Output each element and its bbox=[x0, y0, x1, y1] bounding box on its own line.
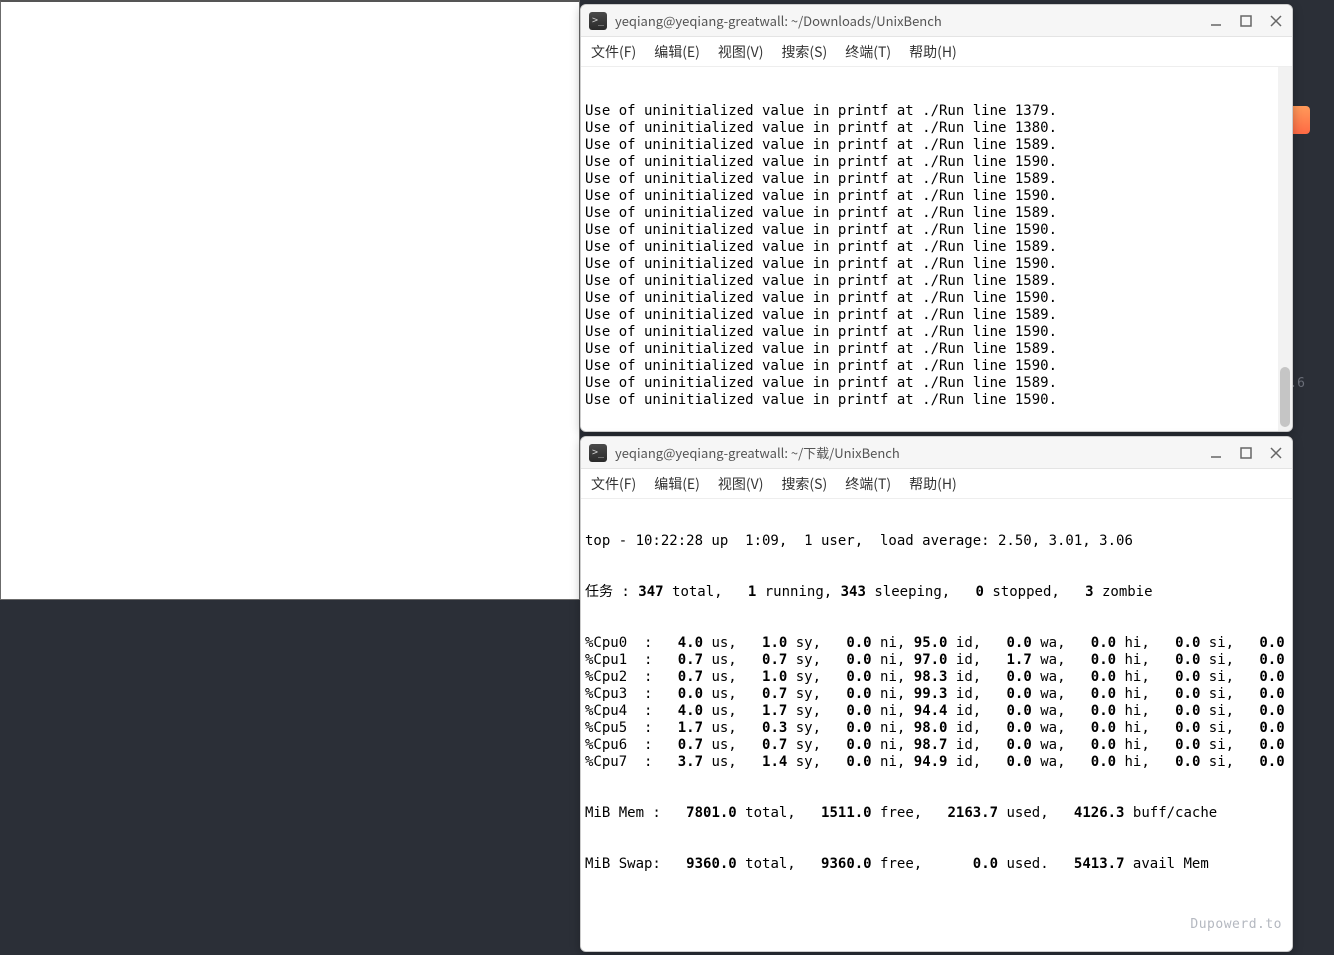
menu-item[interactable]: 视图(V) bbox=[718, 474, 764, 494]
close-button[interactable] bbox=[1268, 445, 1284, 461]
scrollbar[interactable] bbox=[1278, 67, 1292, 431]
output-line: Use of uninitialized value in printf at … bbox=[585, 154, 1288, 171]
cpu-line: %Cpu4 : 4.0 us, 1.7 sy, 0.0 ni, 94.4 id,… bbox=[581, 703, 1292, 720]
top-uptime-line: top - 10:22:28 up 1:09, 1 user, load ave… bbox=[581, 533, 1292, 550]
minimize-button[interactable] bbox=[1208, 13, 1224, 29]
maximize-button[interactable] bbox=[1238, 13, 1254, 29]
menubar: 文件(F) 编辑(E) 视图(V) 搜索(S) 终端(T) 帮助(H) bbox=[581, 37, 1292, 67]
output-line: Use of uninitialized value in printf at … bbox=[585, 239, 1288, 256]
menu-item[interactable]: 文件(F) bbox=[591, 474, 636, 494]
menu-item[interactable]: 编辑(E) bbox=[654, 474, 700, 494]
output-line: Use of uninitialized value in printf at … bbox=[585, 256, 1288, 273]
minimize-button[interactable] bbox=[1208, 445, 1224, 461]
menu-item[interactable]: 搜索(S) bbox=[781, 474, 827, 494]
desktop: { "left_panel": {}, "bg": { "red_label":… bbox=[0, 0, 1334, 955]
top-mem-line: MiB Mem : 7801.0 total, 1511.0 free, 216… bbox=[581, 805, 1292, 822]
menubar: 文件(F) 编辑(E) 视图(V) 搜索(S) 终端(T) 帮助(H) bbox=[581, 469, 1292, 499]
terminal-icon: >_ bbox=[589, 12, 607, 30]
cpu-line: %Cpu3 : 0.0 us, 0.7 sy, 0.0 ni, 99.3 id,… bbox=[581, 686, 1292, 703]
output-line: Use of uninitialized value in printf at … bbox=[585, 392, 1288, 409]
menu-item[interactable]: 帮助(H) bbox=[909, 42, 957, 62]
output-line: Use of uninitialized value in printf at … bbox=[585, 358, 1288, 375]
output-line: Use of uninitialized value in printf at … bbox=[585, 137, 1288, 154]
menu-item[interactable]: 帮助(H) bbox=[909, 474, 957, 494]
output-line: Use of uninitialized value in printf at … bbox=[585, 341, 1288, 358]
output-line: Use of uninitialized value in printf at … bbox=[585, 188, 1288, 205]
menu-item[interactable]: 终端(T) bbox=[845, 42, 891, 62]
output-line: Use of uninitialized value in printf at … bbox=[585, 103, 1288, 120]
menu-item[interactable]: 编辑(E) bbox=[654, 42, 700, 62]
terminal-window-top[interactable]: >_ yeqiang@yeqiang-greatwall: ~/下载/UnixB… bbox=[580, 436, 1293, 952]
window-title: yeqiang@yeqiang-greatwall: ~/下载/UnixBenc… bbox=[615, 443, 1208, 462]
cpu-line: %Cpu7 : 3.7 us, 1.4 sy, 0.0 ni, 94.9 id,… bbox=[581, 754, 1292, 771]
titlebar[interactable]: >_ yeqiang@yeqiang-greatwall: ~/Download… bbox=[581, 5, 1292, 37]
terminal-output[interactable]: top - 10:22:28 up 1:09, 1 user, load ave… bbox=[581, 499, 1292, 951]
top-swap-line: MiB Swap: 9360.0 total, 9360.0 free, 0.0… bbox=[581, 856, 1292, 873]
cpu-line: %Cpu5 : 1.7 us, 0.3 sy, 0.0 ni, 98.0 id,… bbox=[581, 720, 1292, 737]
terminal-icon: >_ bbox=[589, 444, 607, 462]
output-line: Use of uninitialized value in printf at … bbox=[585, 324, 1288, 341]
close-button[interactable] bbox=[1268, 13, 1284, 29]
output-line: Use of uninitialized value in printf at … bbox=[585, 375, 1288, 392]
output-line: Use of uninitialized value in printf at … bbox=[585, 205, 1288, 222]
output-line: Use of uninitialized value in printf at … bbox=[585, 120, 1288, 137]
cpu-line: %Cpu2 : 0.7 us, 1.0 sy, 0.0 ni, 98.3 id,… bbox=[581, 669, 1292, 686]
terminal-output[interactable]: Use of uninitialized value in printf at … bbox=[581, 67, 1292, 431]
terminal-window-unixbench[interactable]: >_ yeqiang@yeqiang-greatwall: ~/Download… bbox=[580, 4, 1293, 432]
watermark: Dupowerd.to bbox=[1190, 916, 1282, 933]
output-line: Use of uninitialized value in printf at … bbox=[585, 222, 1288, 239]
output-line: Use of uninitialized value in printf at … bbox=[585, 307, 1288, 324]
menu-item[interactable]: 文件(F) bbox=[591, 42, 636, 62]
cpu-line: %Cpu1 : 0.7 us, 0.7 sy, 0.0 ni, 97.0 id,… bbox=[581, 652, 1292, 669]
scrollbar-thumb[interactable] bbox=[1280, 367, 1290, 427]
titlebar[interactable]: >_ yeqiang@yeqiang-greatwall: ~/下载/UnixB… bbox=[581, 437, 1292, 469]
output-line: Use of uninitialized value in printf at … bbox=[585, 290, 1288, 307]
maximize-button[interactable] bbox=[1238, 445, 1254, 461]
cpu-line: %Cpu0 : 4.0 us, 1.0 sy, 0.0 ni, 95.0 id,… bbox=[581, 635, 1292, 652]
menu-item[interactable]: 终端(T) bbox=[845, 474, 891, 494]
window-title: yeqiang@yeqiang-greatwall: ~/Downloads/U… bbox=[615, 11, 1208, 30]
output-line: Use of uninitialized value in printf at … bbox=[585, 273, 1288, 290]
output-line: Use of uninitialized value in printf at … bbox=[585, 171, 1288, 188]
menu-item[interactable]: 视图(V) bbox=[718, 42, 764, 62]
left-blank-panel bbox=[0, 0, 580, 600]
top-tasks-line: 任务 : 347 total, 1 running, 343 sleeping,… bbox=[581, 584, 1292, 601]
menu-item[interactable]: 搜索(S) bbox=[781, 42, 827, 62]
cpu-line: %Cpu6 : 0.7 us, 0.7 sy, 0.0 ni, 98.7 id,… bbox=[581, 737, 1292, 754]
